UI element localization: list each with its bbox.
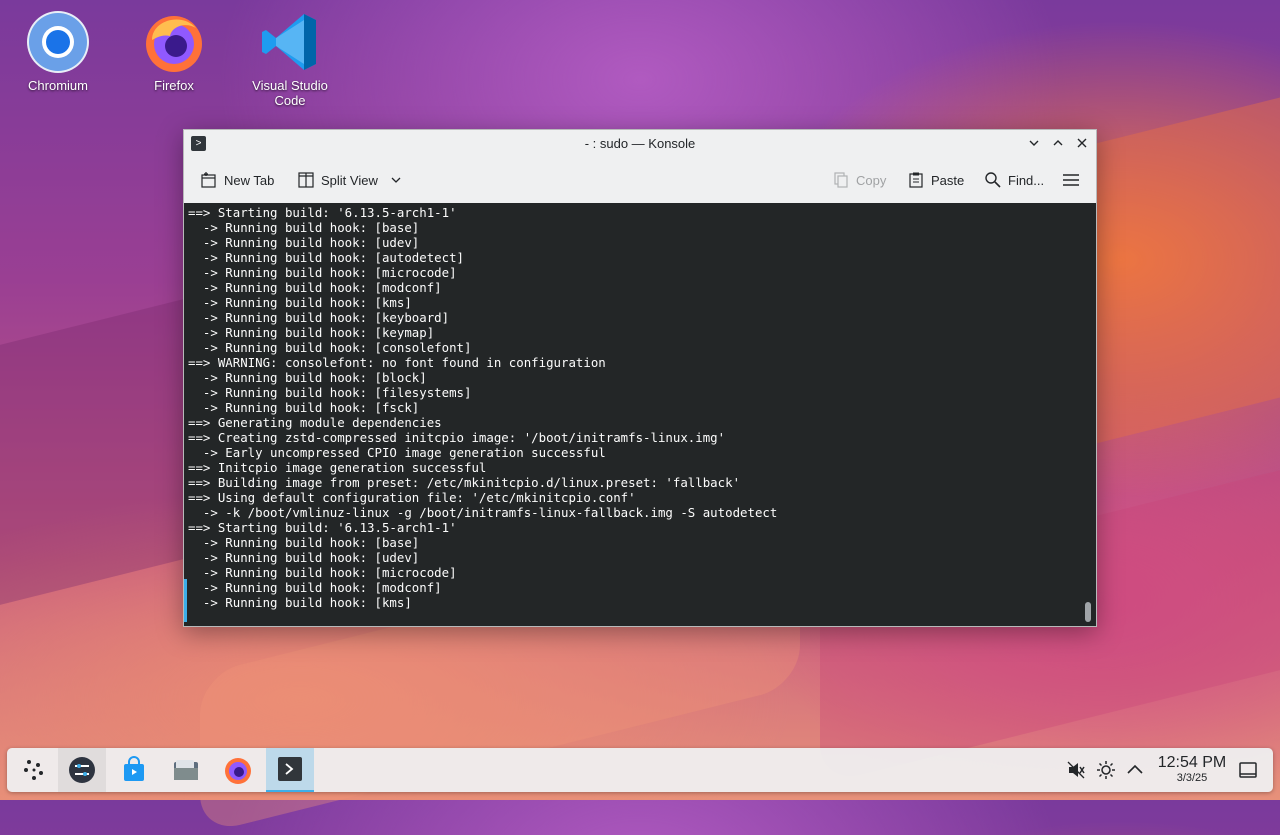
desktop-icon-label: Visual Studio Code <box>252 78 328 108</box>
terminal-output[interactable]: ==> Starting build: '6.13.5-arch1-1' -> … <box>184 203 1096 626</box>
terminal-line: ==> Building image from preset: /etc/mki… <box>188 475 741 490</box>
copy-button[interactable]: Copy <box>832 168 886 192</box>
firefox-icon <box>225 758 251 784</box>
desktop-icon-firefox[interactable]: Firefox <box>126 10 222 93</box>
volume-muted-icon <box>1067 761 1085 779</box>
taskbar-konsole[interactable] <box>266 748 314 792</box>
settings-icon <box>69 757 95 783</box>
clock-time: 12:54 PM <box>1157 754 1227 771</box>
split-view-icon <box>298 172 314 188</box>
launcher-icon <box>24 760 43 780</box>
hamburger-menu-icon <box>1063 174 1079 186</box>
taskbar-dolphin[interactable] <box>162 748 210 792</box>
close-icon <box>1077 138 1087 148</box>
terminal-line: -> Running build hook: [block] <box>188 370 427 385</box>
chevron-up-icon <box>1127 764 1143 774</box>
taskbar: 12:54 PM 3/3/25 <box>7 748 1273 792</box>
terminal-icon <box>278 757 302 781</box>
terminal-line: ==> Creating zstd-compressed initcpio im… <box>188 430 726 445</box>
clock-date: 3/3/25 <box>1176 772 1208 784</box>
paste-button[interactable]: Paste <box>907 168 964 192</box>
terminal-line: -> -k /boot/vmlinuz-linux -g /boot/initr… <box>188 505 778 520</box>
terminal-line: -> Early uncompressed CPIO image generat… <box>188 445 606 460</box>
terminal-line: ==> WARNING: consolefont: no font found … <box>188 355 606 370</box>
konsole-toolbar: New Tab Split View Copy Paste Find... <box>184 158 1096 202</box>
desktop-icon-label: Firefox <box>154 78 194 93</box>
terminal-line: ==> Starting build: '6.13.5-arch1-1' <box>188 205 457 220</box>
search-icon <box>985 172 1001 188</box>
terminal-line: -> Running build hook: [modconf] <box>188 580 442 595</box>
find-button[interactable]: Find... <box>984 168 1044 192</box>
paste-label: Paste <box>931 172 965 188</box>
application-launcher-button[interactable] <box>10 748 58 792</box>
firefox-icon <box>142 10 206 74</box>
brightness-icon <box>1097 761 1115 779</box>
taskbar-discover[interactable] <box>110 748 158 792</box>
terminal-line: -> Running build hook: [microcode] <box>188 265 457 280</box>
terminal-line: -> Running build hook: [udev] <box>188 235 420 250</box>
show-desktop-icon <box>1239 762 1257 778</box>
find-label: Find... <box>1008 172 1045 188</box>
new-tab-icon <box>201 172 216 188</box>
terminal-line: -> Running build hook: [keymap] <box>188 325 435 340</box>
copy-icon <box>834 172 848 188</box>
minimize-button[interactable] <box>1024 134 1044 154</box>
hamburger-menu-button[interactable] <box>1062 168 1080 192</box>
terminal-line: -> Running build hook: [modconf] <box>188 280 442 295</box>
terminal-line: -> Running build hook: [filesystems] <box>188 385 472 400</box>
terminal-line: -> Running build hook: [fsck] <box>188 400 420 415</box>
new-tab-label: New Tab <box>224 172 275 188</box>
terminal-line: ==> Initcpio image generation successful <box>188 460 487 475</box>
chevron-down-icon <box>1029 140 1039 146</box>
tray-volume-muted[interactable] <box>1066 760 1086 780</box>
terminal-line: -> Running build hook: [consolefont] <box>188 340 472 355</box>
vscode-icon <box>258 10 322 74</box>
desktop-icon-label: Chromium <box>28 78 88 93</box>
paste-icon <box>909 172 923 188</box>
terminal-line: -> Running build hook: [keyboard] <box>188 310 450 325</box>
tray-brightness[interactable] <box>1096 760 1116 780</box>
terminal-activity-marker <box>184 579 187 622</box>
desktop-icon-vscode[interactable]: Visual Studio Code <box>242 10 338 108</box>
window-titlebar[interactable]: > - : sudo — Konsole <box>184 130 1096 158</box>
chevron-down-icon <box>391 177 401 183</box>
terminal-line: -> Running build hook: [kms] <box>188 595 412 610</box>
chromium-icon <box>26 10 90 74</box>
split-view-label: Split View <box>321 172 378 188</box>
terminal-line: -> Running build hook: [base] <box>188 535 420 550</box>
close-button[interactable] <box>1072 134 1092 154</box>
tray-expand[interactable] <box>1125 760 1145 780</box>
show-desktop-button[interactable] <box>1238 760 1258 780</box>
folder-icon <box>174 760 198 780</box>
shopping-bag-icon <box>124 756 144 781</box>
taskbar-system-settings[interactable] <box>58 748 106 792</box>
terminal-line: -> Running build hook: [microcode] <box>188 565 457 580</box>
terminal-line: -> Running build hook: [autodetect] <box>188 250 465 265</box>
split-view-button[interactable]: Split View <box>297 168 402 192</box>
terminal-scrollbar[interactable] <box>1085 602 1091 622</box>
maximize-button[interactable] <box>1048 134 1068 154</box>
terminal-line: ==> Generating module dependencies <box>188 415 442 430</box>
terminal-line: -> Running build hook: [kms] <box>188 295 412 310</box>
terminal-line: -> Running build hook: [base] <box>188 220 420 235</box>
terminal-line: ==> Using default configuration file: '/… <box>188 490 636 505</box>
terminal-line: -> Running build hook: [udev] <box>188 550 420 565</box>
terminal-line: ==> Starting build: '6.13.5-arch1-1' <box>188 520 457 535</box>
copy-label: Copy <box>856 172 887 188</box>
new-tab-button[interactable]: New Tab <box>200 168 274 192</box>
konsole-window: > - : sudo — Konsole New Tab Split View … <box>183 129 1097 627</box>
window-title: - : sudo — Konsole <box>584 136 696 151</box>
terminal-text: ==> Starting build: '6.13.5-arch1-1' -> … <box>188 205 777 610</box>
taskbar-firefox[interactable] <box>214 748 262 792</box>
chevron-up-icon <box>1053 140 1063 146</box>
desktop-icon-chromium[interactable]: Chromium <box>10 10 106 93</box>
digital-clock[interactable]: 12:54 PM 3/3/25 <box>1152 754 1232 784</box>
